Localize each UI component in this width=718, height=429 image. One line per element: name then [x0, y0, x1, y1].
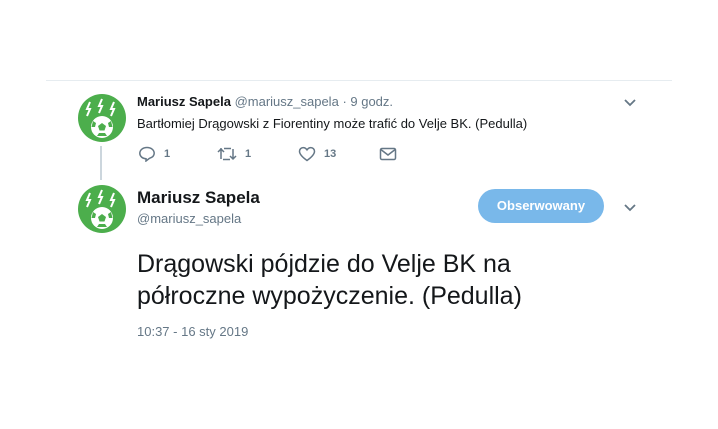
soccer-ball-lightning-icon [85, 98, 116, 138]
top-divider [46, 80, 672, 81]
envelope-icon [379, 147, 397, 161]
retweet-action[interactable]: 1 [217, 146, 251, 162]
main-tweet-text: Drągowski pójdzie do Velje BK na półrocz… [137, 250, 522, 310]
like-action[interactable]: 13 [298, 146, 336, 162]
retweet-icon [217, 147, 237, 161]
main-author-handle[interactable]: @mariusz_sapela [137, 211, 241, 226]
thread-connector-line [100, 146, 102, 180]
reply-tweet-time[interactable]: · 9 godz. [342, 94, 393, 109]
like-count: 13 [324, 148, 337, 160]
main-author-name[interactable]: Mariusz Sapela [137, 188, 260, 208]
direct-message-action[interactable] [379, 146, 397, 162]
chevron-down-icon[interactable] [623, 98, 637, 108]
reply-icon [139, 146, 155, 162]
reply-tweet-header: Mariusz Sapela @mariusz_sapela · 9 godz. [137, 94, 393, 109]
main-tweet-timestamp[interactable]: 10:37 - 16 sty 2019 [137, 324, 248, 339]
retweet-count: 1 [245, 148, 252, 160]
reply-author-handle[interactable]: @mariusz_sapela [235, 94, 339, 109]
chevron-down-icon[interactable] [623, 203, 637, 213]
heart-icon [298, 146, 316, 162]
avatar[interactable] [78, 185, 126, 233]
reply-author-name[interactable]: Mariusz Sapela [137, 94, 231, 109]
reply-action[interactable]: 1 [138, 146, 170, 162]
following-button[interactable]: Obserwowany [478, 189, 604, 223]
reply-tweet-text: Bartłomiej Drągowski z Fiorentiny może t… [137, 116, 528, 131]
soccer-ball-lightning-icon [85, 189, 116, 229]
avatar[interactable] [78, 94, 126, 142]
reply-count: 1 [164, 148, 171, 160]
